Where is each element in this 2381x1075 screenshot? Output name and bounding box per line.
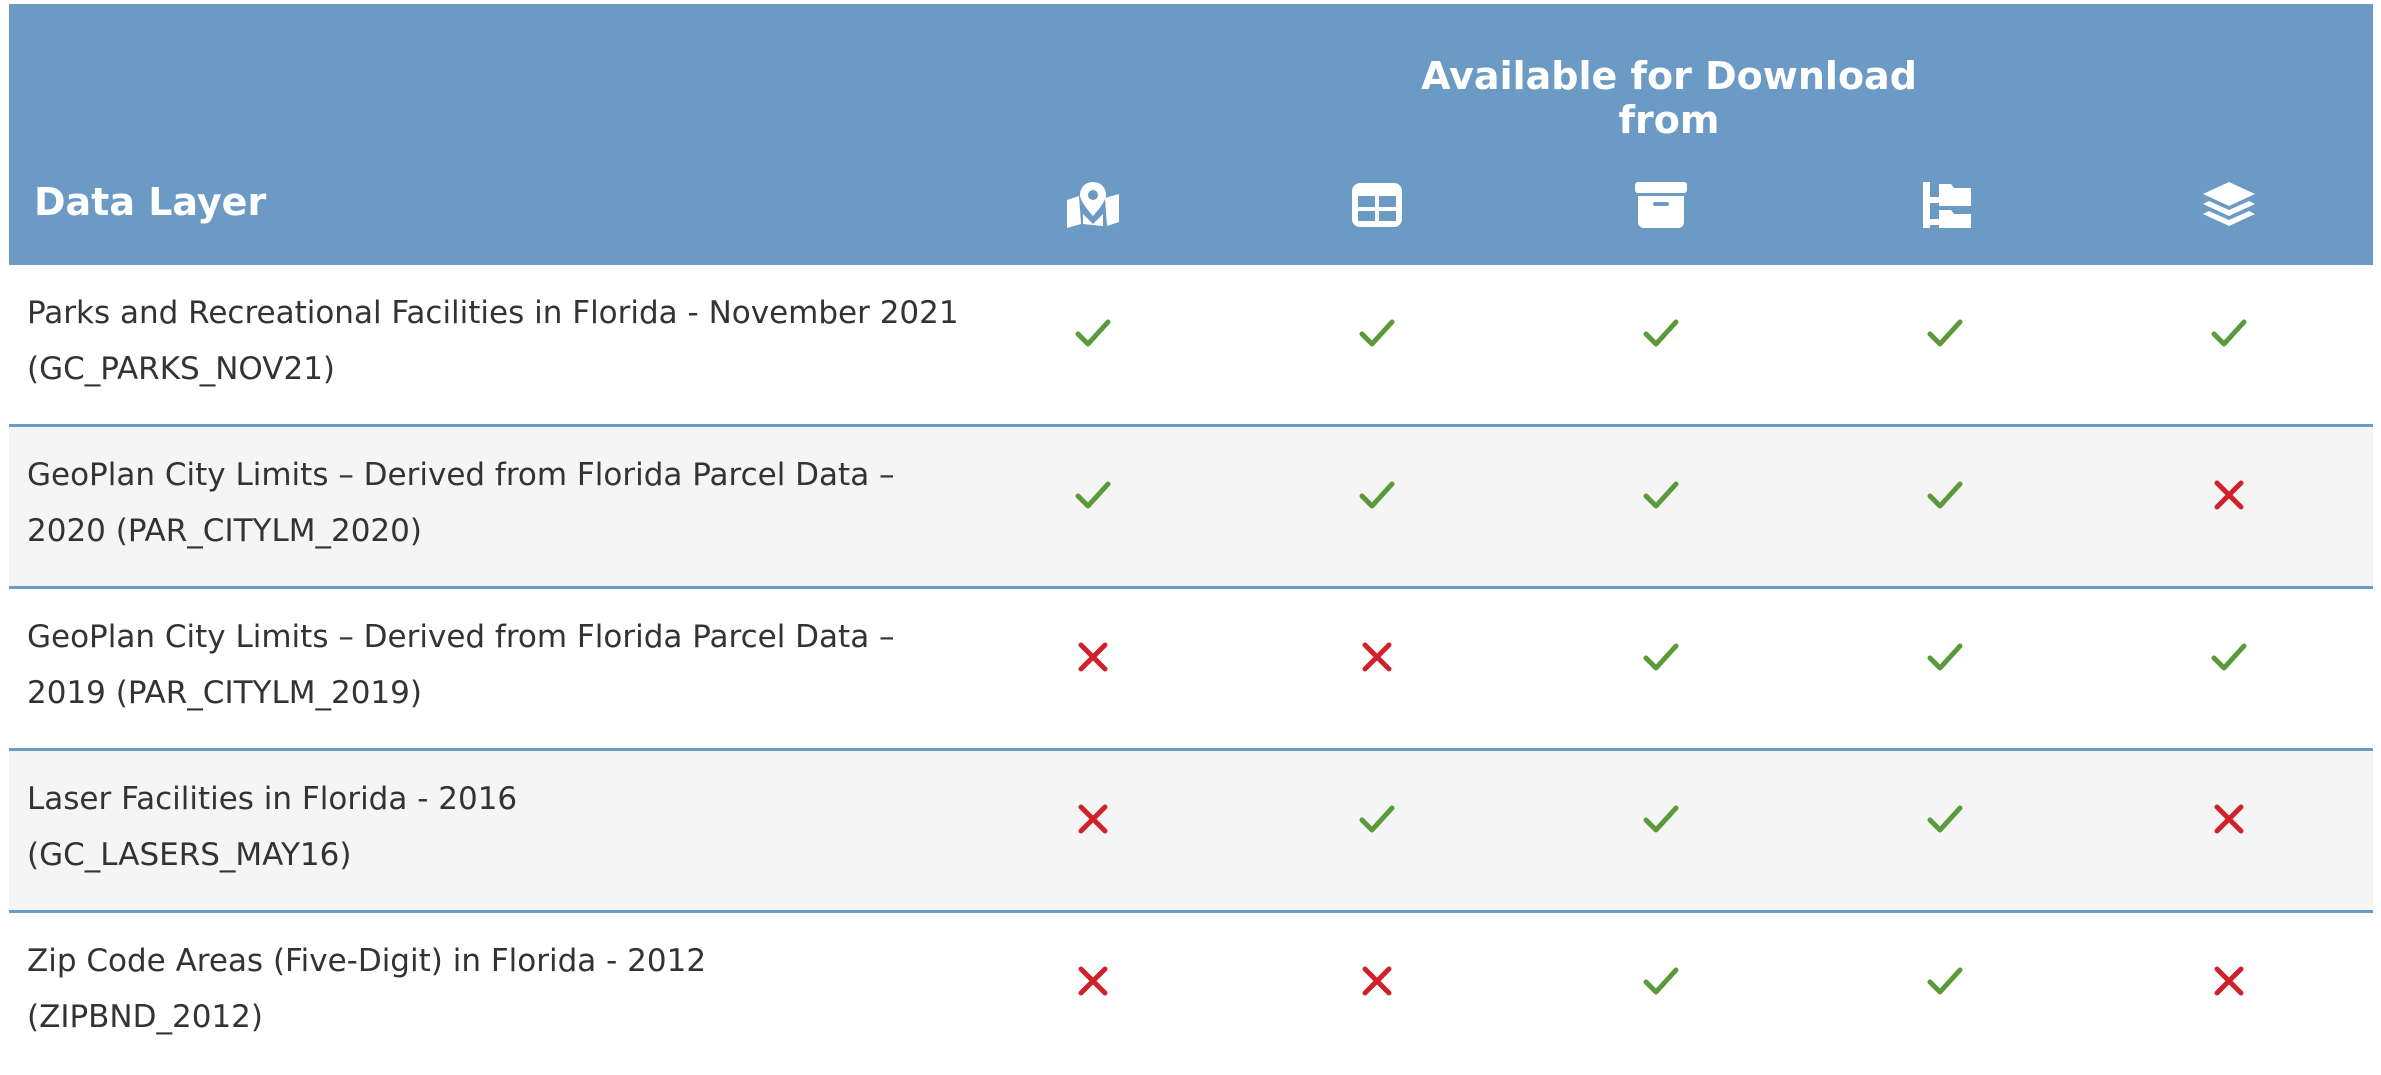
data-layer-title: Zip Code Areas (Five-Digit) in Florida -… [27,943,707,979]
folder-tree-icon [1917,180,1973,230]
data-layer-name: GeoPlan City Limits – Derived from Flori… [27,609,977,721]
data-layer-name: Laser Facilities in Florida - 2016 (GC_L… [27,771,977,883]
check-icon [1357,475,1397,515]
check-icon [1073,313,1113,353]
data-layer-code: (GC_LASERS_MAY16) [27,837,352,873]
check-icon [1925,313,1965,353]
check-icon [1641,799,1681,839]
check-icon [2209,637,2249,677]
data-layer-title: Laser Facilities in Florida - 2016 [27,781,518,817]
cross-icon [2209,799,2249,839]
data-layer-code: 2020 (PAR_CITYLM_2020) [27,513,422,549]
check-icon [1357,313,1397,353]
data-layer-title: Parks and Recreational Facilities in Flo… [27,295,959,331]
check-icon [1641,313,1681,353]
table-row: GeoPlan City Limits – Derived from Flori… [9,589,2373,751]
check-icon [1925,961,1965,1001]
check-icon [1641,475,1681,515]
check-icon [1073,475,1113,515]
cross-icon [1357,961,1397,1001]
table-header: Available for Download from Data Layer [9,4,2373,265]
check-icon [1925,799,1965,839]
check-icon [1641,961,1681,1001]
data-layer-name: Zip Code Areas (Five-Digit) in Florida -… [27,933,977,1045]
table-row: Parks and Recreational Facilities in Flo… [9,265,2373,427]
cross-icon [1357,637,1397,677]
data-layer-code: (ZIPBND_2012) [27,999,263,1035]
group-title: Available for Download from [1421,54,1917,142]
check-icon [1925,637,1965,677]
table-row: Zip Code Areas (Five-Digit) in Florida -… [9,913,2373,1075]
data-layer-column-title: Data Layer [34,180,267,224]
data-layer-title: GeoPlan City Limits – Derived from Flori… [27,457,895,493]
data-layer-code: (GC_PARKS_NOV21) [27,351,336,387]
check-icon [1641,637,1681,677]
data-layer-code: 2019 (PAR_CITYLM_2019) [27,675,422,711]
layers-icon [2201,180,2257,230]
check-icon [1357,799,1397,839]
check-icon [2209,313,2249,353]
check-icon [1925,475,1965,515]
data-layer-title: GeoPlan City Limits – Derived from Flori… [27,619,895,655]
archive-icon [1633,180,1689,230]
map-marker-icon [1065,180,1121,230]
cross-icon [1073,799,1113,839]
table-row: GeoPlan City Limits – Derived from Flori… [9,427,2373,589]
data-layer-name: Parks and Recreational Facilities in Flo… [27,285,977,397]
cross-icon [2209,961,2249,1001]
table-icon [1349,180,1405,230]
table-row: Laser Facilities in Florida - 2016 (GC_L… [9,751,2373,913]
cross-icon [1073,961,1113,1001]
data-layer-name: GeoPlan City Limits – Derived from Flori… [27,447,977,559]
download-availability-table: Available for Download from Data Layer P… [9,4,2373,1075]
cross-icon [1073,637,1113,677]
cross-icon [2209,475,2249,515]
